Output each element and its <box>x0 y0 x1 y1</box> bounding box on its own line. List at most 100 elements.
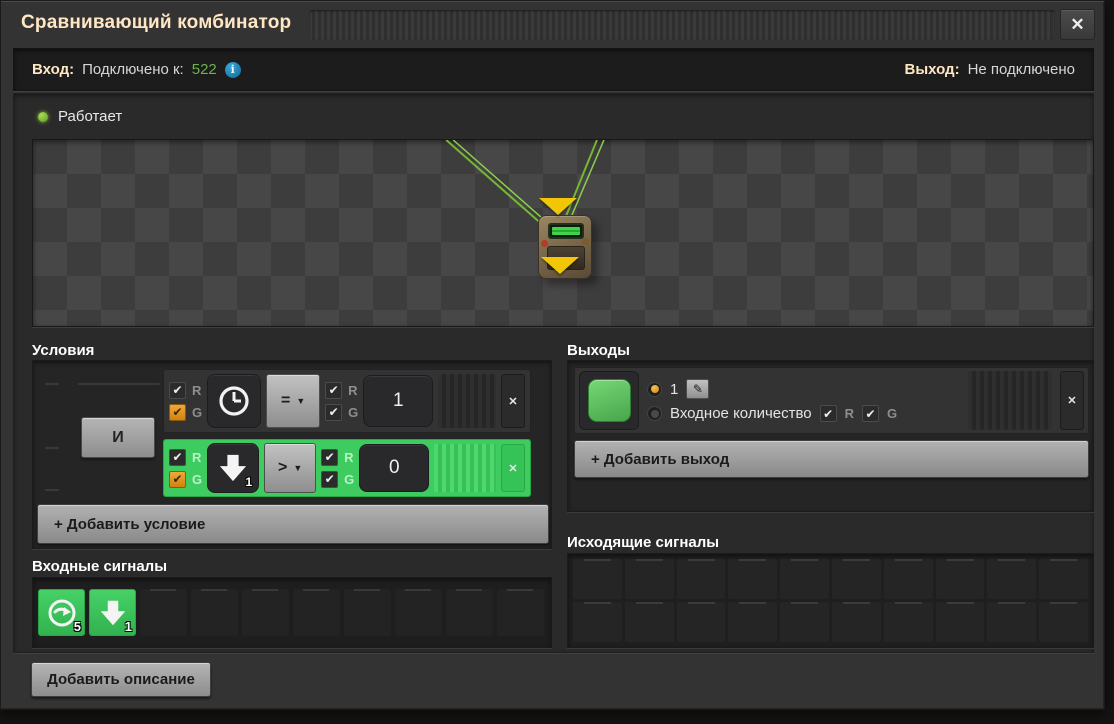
signal-count: 1 <box>124 619 132 634</box>
edit-value-button[interactable]: ✎ <box>686 379 710 399</box>
empty-signal-slot <box>395 589 442 636</box>
entity-preview[interactable] <box>32 139 1094 327</box>
empty-signal-slot <box>935 602 985 642</box>
outputs-title: Выходы <box>567 342 630 359</box>
empty-signal-slot <box>831 602 881 642</box>
gutter-dash <box>45 383 59 385</box>
checkmark-icon: ✔ <box>172 405 183 419</box>
input-connection: Вход: Подключено к: 522 i <box>32 61 241 78</box>
red-wire-label: R <box>844 406 855 421</box>
empty-signal-slot <box>191 589 238 636</box>
green-wire-checkbox[interactable]: ✔ <box>169 403 186 421</box>
red-wire-checkbox[interactable]: ✔ <box>321 448 339 466</box>
checkmark-icon: ✔ <box>324 450 335 464</box>
empty-signal-slot <box>1039 559 1088 599</box>
input-arrow-icon <box>539 198 577 215</box>
comparator-value: > <box>277 459 288 476</box>
green-wire-checkbox[interactable]: ✔ <box>862 405 880 422</box>
empty-signal-slot <box>987 602 1037 642</box>
green-wire-label: G <box>887 406 898 421</box>
info-icon[interactable]: i <box>224 61 241 78</box>
constant-value-radio[interactable] <box>647 381 662 397</box>
output-label: Выход: <box>904 61 960 78</box>
empty-signal-slot <box>497 589 544 636</box>
constant-value-button[interactable]: 1 <box>363 375 434 427</box>
delete-condition-button[interactable]: ✕ <box>501 444 525 492</box>
combinator-lamp <box>541 240 548 247</box>
close-button[interactable]: ✕ <box>1060 9 1095 40</box>
output-arrow-icon <box>541 257 579 274</box>
output-row: 1 ✎ Входное количество ✔ R ✔ G ✕ <box>574 367 1089 434</box>
caret-down-icon: ▼ <box>293 463 303 473</box>
checkmark-icon: ✔ <box>328 405 339 419</box>
output-signal-button[interactable] <box>579 371 639 430</box>
outgoing-signals-grid <box>567 553 1094 648</box>
close-icon: ✕ <box>1070 15 1085 34</box>
row-drag-grip[interactable] <box>438 374 496 428</box>
gutter-dash <box>78 383 160 385</box>
empty-signal-slot <box>624 559 674 599</box>
row-drag-grip[interactable] <box>434 444 496 492</box>
empty-signal-slot <box>1039 602 1088 642</box>
green-wire-checkbox[interactable]: ✔ <box>325 403 343 421</box>
outputs-panel: 1 ✎ Входное количество ✔ R ✔ G ✕ + Добав… <box>567 360 1094 512</box>
close-icon: ✕ <box>508 462 518 475</box>
comparator-value: = <box>280 392 291 409</box>
delete-condition-button[interactable]: ✕ <box>501 374 525 428</box>
input-text: Подключено к: <box>82 61 184 78</box>
content-area: Работает Условия И ✔ R ✔ G = ▼ ✔ R ✔ G 1… <box>13 93 1094 653</box>
input-signal-slot[interactable]: 5 <box>38 589 85 636</box>
empty-signal-slot <box>831 559 881 599</box>
green-wire-checkbox[interactable]: ✔ <box>321 470 339 488</box>
input-signals-title: Входные сигналы <box>32 558 168 575</box>
combinator-screen <box>548 223 584 239</box>
down-arrow-icon <box>100 600 125 625</box>
input-signal-slot[interactable]: 1 <box>89 589 136 636</box>
gutter-dash <box>45 447 59 449</box>
input-count-radio[interactable] <box>647 406 662 421</box>
outgoing-signals-title: Исходящие сигналы <box>567 534 720 551</box>
signal-quality-badge: 1 <box>245 475 253 489</box>
add-output-button[interactable]: + Добавить выход <box>574 440 1089 478</box>
empty-signal-slot <box>676 559 726 599</box>
empty-signal-slot <box>293 589 340 636</box>
output-value: 1 <box>670 380 679 398</box>
conditions-panel: И ✔ R ✔ G = ▼ ✔ R ✔ G 1 ✕ ✔ R ✔ G 1 > ▼ … <box>32 360 552 549</box>
empty-signal-slot <box>624 602 674 642</box>
empty-signal-slot <box>446 589 493 636</box>
signal-count: 5 <box>73 619 81 634</box>
constant-value-button[interactable]: 0 <box>359 444 430 492</box>
conditions-title: Условия <box>32 342 95 359</box>
green-wire-label: G <box>348 404 359 420</box>
add-description-button[interactable]: Добавить описание <box>31 662 211 697</box>
connection-bar: Вход: Подключено к: 522 i Выход: Не подк… <box>13 48 1094 91</box>
green-wire-checkbox[interactable]: ✔ <box>169 470 186 488</box>
red-wire-checkbox[interactable]: ✔ <box>819 405 837 422</box>
red-wire-checkbox[interactable]: ✔ <box>169 448 186 466</box>
caret-down-icon: ▼ <box>296 396 306 406</box>
constant-value: 1 <box>392 390 404 411</box>
condition-row-2-active: ✔ R ✔ G 1 > ▼ ✔ R ✔ G 0 ✕ <box>163 439 531 497</box>
add-condition-button[interactable]: + Добавить условие <box>37 504 549 544</box>
empty-signal-slot <box>344 589 391 636</box>
comparator-dropdown[interactable]: > ▼ <box>264 443 317 493</box>
first-signal-button[interactable] <box>207 374 262 428</box>
red-wire-checkbox[interactable]: ✔ <box>169 381 186 399</box>
loop-arrow-icon <box>48 599 75 626</box>
red-wire-label: R <box>348 382 358 398</box>
red-wire-checkbox[interactable]: ✔ <box>325 381 343 399</box>
comparator-dropdown[interactable]: = ▼ <box>266 374 321 428</box>
titlebar: Сравнивающий комбинатор ✕ <box>1 1 1104 47</box>
drag-handle[interactable] <box>309 10 1055 40</box>
empty-signal-slot <box>883 602 933 642</box>
first-signal-button[interactable]: 1 <box>207 443 260 493</box>
and-or-toggle-button[interactable]: И <box>81 417 155 458</box>
delete-output-button[interactable]: ✕ <box>1060 371 1084 430</box>
empty-signal-slot <box>780 559 829 599</box>
working-status-icon <box>38 111 48 122</box>
row-drag-grip[interactable] <box>968 371 1052 430</box>
checkmark-icon: ✔ <box>328 383 339 397</box>
input-label: Вход: <box>32 61 75 78</box>
red-wire-label: R <box>192 382 202 398</box>
green-wire-label: G <box>344 471 355 487</box>
